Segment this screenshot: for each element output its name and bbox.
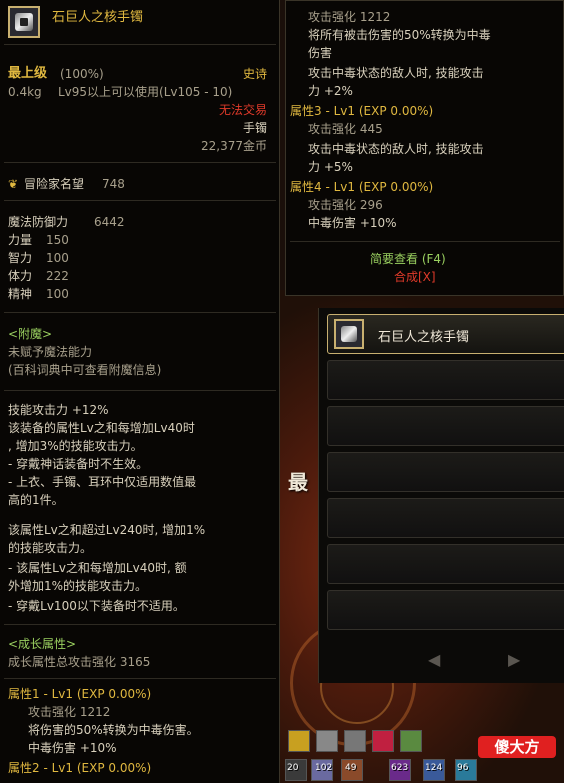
attr1-line: 将伤害的50%转换为中毒伤害。 (28, 723, 199, 737)
item-tooltip: 石巨人之核手镯 最上级 (100%) 史诗 0.4kg Lv95以上可以使用(L… (0, 0, 280, 783)
attr1-line: 攻击强化 1212 (28, 705, 111, 719)
stat-label: 智力 (8, 251, 33, 265)
inventory-slot[interactable] (327, 544, 564, 584)
watermark-logo: 傻大方 (478, 736, 556, 758)
skill-line: - 上衣、手镯、耳环中仅适用数值最 (8, 475, 197, 489)
prev-page-arrow-icon[interactable]: ◀ (428, 650, 440, 669)
heart-icon[interactable] (372, 730, 394, 752)
skill-line: 外增加1%的技能攻击力。 (8, 579, 148, 593)
synthesize-button[interactable]: 合成[X] (394, 269, 436, 285)
item-trade-status: 无法交易 (218, 103, 267, 117)
skill-line: - 穿戴神话装备时不生效。 (8, 457, 149, 471)
divider (4, 200, 276, 201)
item-rarity-pct: (100%) (60, 67, 104, 81)
enchant-status: 未赋予魔法能力 (8, 345, 93, 359)
attr-line: 伤害 (308, 46, 333, 60)
skill-line: - 穿戴Lv100以下装备时不适用。 (8, 599, 185, 613)
attr3-line: 攻击中毒状态的敌人时, 技能攻击 (308, 142, 484, 156)
brief-view-button[interactable]: 简要查看 (F4) (370, 251, 446, 267)
divider (4, 624, 276, 625)
skill-slot-count: 96 (457, 763, 469, 773)
stat-label: 精神 (8, 287, 33, 301)
attr2-title: 属性2 - Lv1 (EXP 0.00%) (8, 761, 152, 775)
skill-slot-count: 20 (287, 763, 299, 773)
item-name: 石巨人之核手镯 (52, 10, 144, 25)
divider (4, 390, 276, 391)
divider (4, 312, 276, 313)
stat-label: 力量 (8, 233, 33, 247)
attr-line: 将所有被击伤害的50%转换为中毒 (308, 28, 491, 42)
stat-label: 体力 (8, 269, 33, 283)
item-level-req: Lv95以上可以使用(Lv105 - 10) (58, 85, 233, 99)
skill-line: 该属性Lv之和超过Lv240时, 增加1% (8, 523, 206, 537)
inventory-slot[interactable] (327, 452, 564, 492)
attr3-line: 力 +5% (308, 160, 353, 174)
stat-value: 222 (46, 269, 69, 283)
skill-slot-count: 102 (315, 763, 333, 773)
attr-line: 力 +2% (308, 84, 353, 98)
bracelet-icon (334, 319, 364, 349)
item-weight: 0.4kg (8, 85, 42, 99)
growth-total: 成长属性总攻击强化 3165 (8, 655, 151, 669)
skill-line: 该装备的属性Lv之和每增加Lv40时 (8, 421, 195, 435)
fame-icon: ❦ (8, 177, 19, 191)
scroll-icon[interactable] (400, 730, 422, 752)
attr1-line: 中毒伤害 +10% (28, 741, 117, 755)
divider (4, 678, 276, 679)
inventory-slot[interactable] (327, 498, 564, 538)
next-page-arrow-icon[interactable]: ▶ (508, 650, 520, 669)
inventory-slot-label: 石巨人之核手镯 (378, 330, 470, 345)
attr3-title: 属性3 - Lv1 (EXP 0.00%) (290, 104, 434, 118)
fame-label: 冒险家名望 (24, 177, 85, 191)
bracelet-icon (8, 6, 40, 38)
enchant-hint: (百科词典中可查看附魔信息) (8, 363, 162, 377)
stone-icon[interactable] (316, 730, 338, 752)
item-grade: 史诗 (242, 67, 267, 81)
skill-slot-count: 124 (425, 763, 443, 773)
skill-line: - 该属性Lv之和每增加Lv40时, 额 (8, 561, 187, 575)
background-title-char: 最 (288, 470, 308, 494)
item-tooltip-continued: 攻击强化 1212 将所有被击伤害的50%转换为中毒 伤害 攻击中毒状态的敌人时… (285, 0, 564, 296)
skill-slot-count: 623 (391, 763, 409, 773)
stat-value: 100 (46, 251, 69, 265)
inventory-slot[interactable] (327, 360, 564, 400)
stat-value: 150 (46, 233, 69, 247)
stat-value: 6442 (94, 215, 125, 229)
divider (4, 162, 276, 163)
attr4-title: 属性4 - Lv1 (EXP 0.00%) (290, 180, 434, 194)
divider (4, 44, 276, 45)
skill-line: 的技能攻击力。 (8, 541, 93, 555)
divider (290, 241, 560, 242)
inventory-slot[interactable] (327, 590, 564, 630)
skill-slot-count: 49 (345, 763, 357, 773)
fame-value: 748 (102, 177, 125, 191)
inventory-slot-selected[interactable]: 石巨人之核手镯 (327, 314, 564, 354)
growth-header: <成长属性> (8, 637, 77, 651)
attr3-line: 攻击强化 445 (308, 122, 383, 136)
inventory-slot[interactable] (327, 406, 564, 446)
skill-line: 技能攻击力 +12% (8, 403, 109, 417)
item-rarity: 最上级 (8, 66, 48, 81)
attr4-line: 中毒伤害 +10% (308, 216, 397, 230)
inventory-panel: 石巨人之核手镯 (318, 308, 564, 683)
gold-box-icon[interactable] (288, 730, 310, 752)
skill-line: 高的1件。 (8, 493, 64, 507)
item-type: 手镯 (242, 121, 267, 135)
enchant-header: <附魔> (8, 327, 53, 341)
attr4-line: 攻击强化 296 (308, 198, 383, 212)
crystal-icon[interactable] (344, 730, 366, 752)
attr-line: 攻击强化 1212 (308, 10, 391, 24)
stat-label: 魔法防御力 (8, 215, 69, 229)
attr1-title: 属性1 - Lv1 (EXP 0.00%) (8, 687, 152, 701)
skill-line: , 增加3%的技能攻击力。 (8, 439, 143, 453)
attr-line: 攻击中毒状态的敌人时, 技能攻击 (308, 66, 484, 80)
item-price: 22,377金币 (201, 139, 267, 153)
stat-value: 100 (46, 287, 69, 301)
